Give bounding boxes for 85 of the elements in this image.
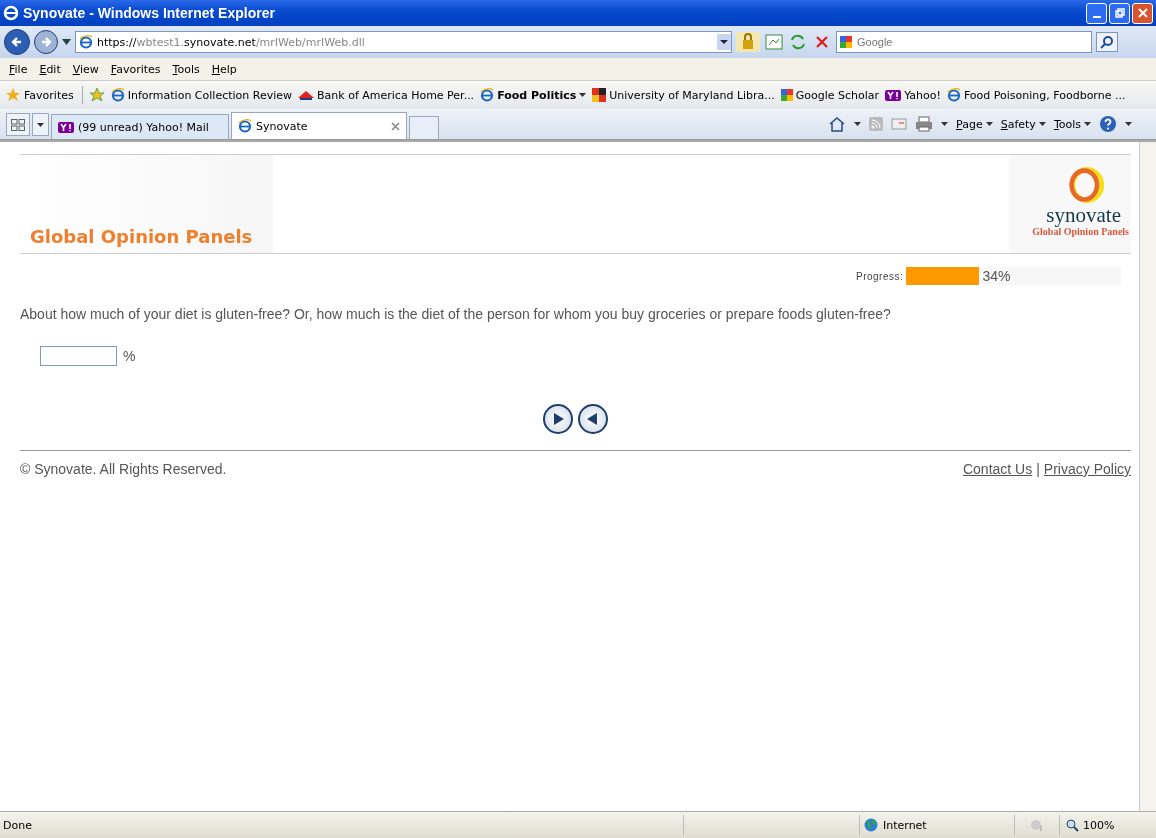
minimize-icon [1092,16,1101,18]
caret-icon [985,122,993,126]
page-icon [946,88,961,102]
star-icon [6,88,20,102]
browser-tab[interactable]: (99 unread) Yahoo! Mail [51,114,229,139]
favorites-link[interactable]: Yahoo! [885,88,941,102]
command-menu[interactable]: Safety [1000,117,1046,131]
security-zone: Internet [859,815,1014,835]
compatibility-icon[interactable] [764,32,784,52]
answer-field[interactable] [40,346,117,366]
menu-item[interactable]: Favorites [104,62,167,76]
back-button[interactable] [4,29,30,55]
favorites-link[interactable]: Food Poisoning, Foodborne ... [946,88,1126,102]
favorites-button[interactable]: Favorites [4,86,76,104]
flag-icon [298,90,315,100]
help-icon[interactable] [1099,115,1117,133]
window-title: Synovate - Windows Internet Explorer [23,5,276,21]
dropdown-arrow-icon[interactable] [62,39,71,45]
link-separator: | [1036,461,1040,477]
brand-title: Global Opinion Panels [30,226,253,247]
search-field[interactable]: Google [836,31,1092,53]
quick-tabs-button[interactable] [6,113,30,136]
caret-icon [1084,122,1091,126]
caret-icon[interactable] [579,93,587,97]
favorites-link[interactable]: Google Scholar [780,88,880,102]
page-icon [238,119,252,133]
yahoo-icon [58,121,74,133]
yahoo-icon [885,89,902,101]
progress-percent: 34% [982,268,1011,284]
minimize-button[interactable] [1086,2,1107,24]
magnifier-icon [1066,818,1079,832]
tab-list-button[interactable] [32,113,49,136]
search-icon [1100,35,1114,49]
globe-icon [864,818,878,832]
close-icon [1137,8,1148,18]
menu-item[interactable]: File [3,62,34,76]
favorites-link[interactable]: Food Politics [480,88,587,102]
page-icon [79,35,93,49]
command-menu[interactable]: Page [956,117,993,131]
privacy-policy-link[interactable]: Privacy Policy [1043,461,1131,477]
address-field[interactable]: https://wbtest1.synovate.net/mrIWeb/mrIWeb.dll [75,31,732,53]
home-icon[interactable] [828,116,847,132]
close-tab-icon[interactable] [391,121,400,131]
copyright-text: © Synovate. All Rights Reserved. [20,461,227,477]
left-arrow-icon [586,412,600,426]
dropdown-arrow-icon[interactable] [854,122,862,126]
status-text: Done [2,818,33,832]
restore-button[interactable] [1109,2,1130,24]
right-arrow-icon [551,412,565,426]
restore-icon [1114,8,1125,18]
menu-item[interactable]: Help [205,62,243,76]
contact-us-link[interactable]: Contact Us [962,461,1033,477]
page-icon [110,88,125,102]
page-icon [480,88,495,102]
menu-item[interactable]: Edit [33,62,67,76]
caret-icon [37,122,44,127]
caret-icon [1038,122,1046,126]
ie-logo-icon [3,5,19,21]
dropdown-arrow-icon[interactable] [941,122,949,126]
padlock-icon[interactable] [736,32,760,52]
scrollbar-track[interactable] [1139,142,1156,811]
google-icon [780,89,793,101]
previous-button[interactable] [578,404,608,434]
favorites-link[interactable]: University of Maryland Libra... [592,88,775,102]
progress-label: Progress: [856,270,904,282]
grid-icon [11,118,25,131]
synovate-logo: synovate Global Opinion Panels [1009,155,1131,253]
next-button[interactable] [543,404,573,434]
percent-unit: % [123,348,136,364]
google-icon [840,36,852,48]
question-text: About how much of your diet is gluten-free? Or, how much is the diet of the person for whom you buy groceries or prepare foods gluten-free? [20,306,892,322]
forward-button[interactable] [34,30,58,54]
favorites-link[interactable]: Bank of America Home Per... [298,88,475,102]
browser-tab[interactable]: Synovate [231,112,407,139]
dropdown-arrow-icon[interactable] [1125,122,1132,126]
refresh-icon[interactable] [788,32,808,52]
search-button[interactable] [1096,32,1118,52]
printer-icon[interactable] [915,116,934,132]
favorites-link[interactable]: Information Collection Review [110,88,293,102]
crest-icon [592,88,607,102]
menu-item[interactable]: View [66,62,105,76]
menu-item[interactable]: Tools [166,62,206,76]
close-button[interactable] [1132,2,1153,24]
zoom-button[interactable]: 100% [1059,815,1156,835]
command-menu[interactable]: Tools [1053,117,1091,131]
